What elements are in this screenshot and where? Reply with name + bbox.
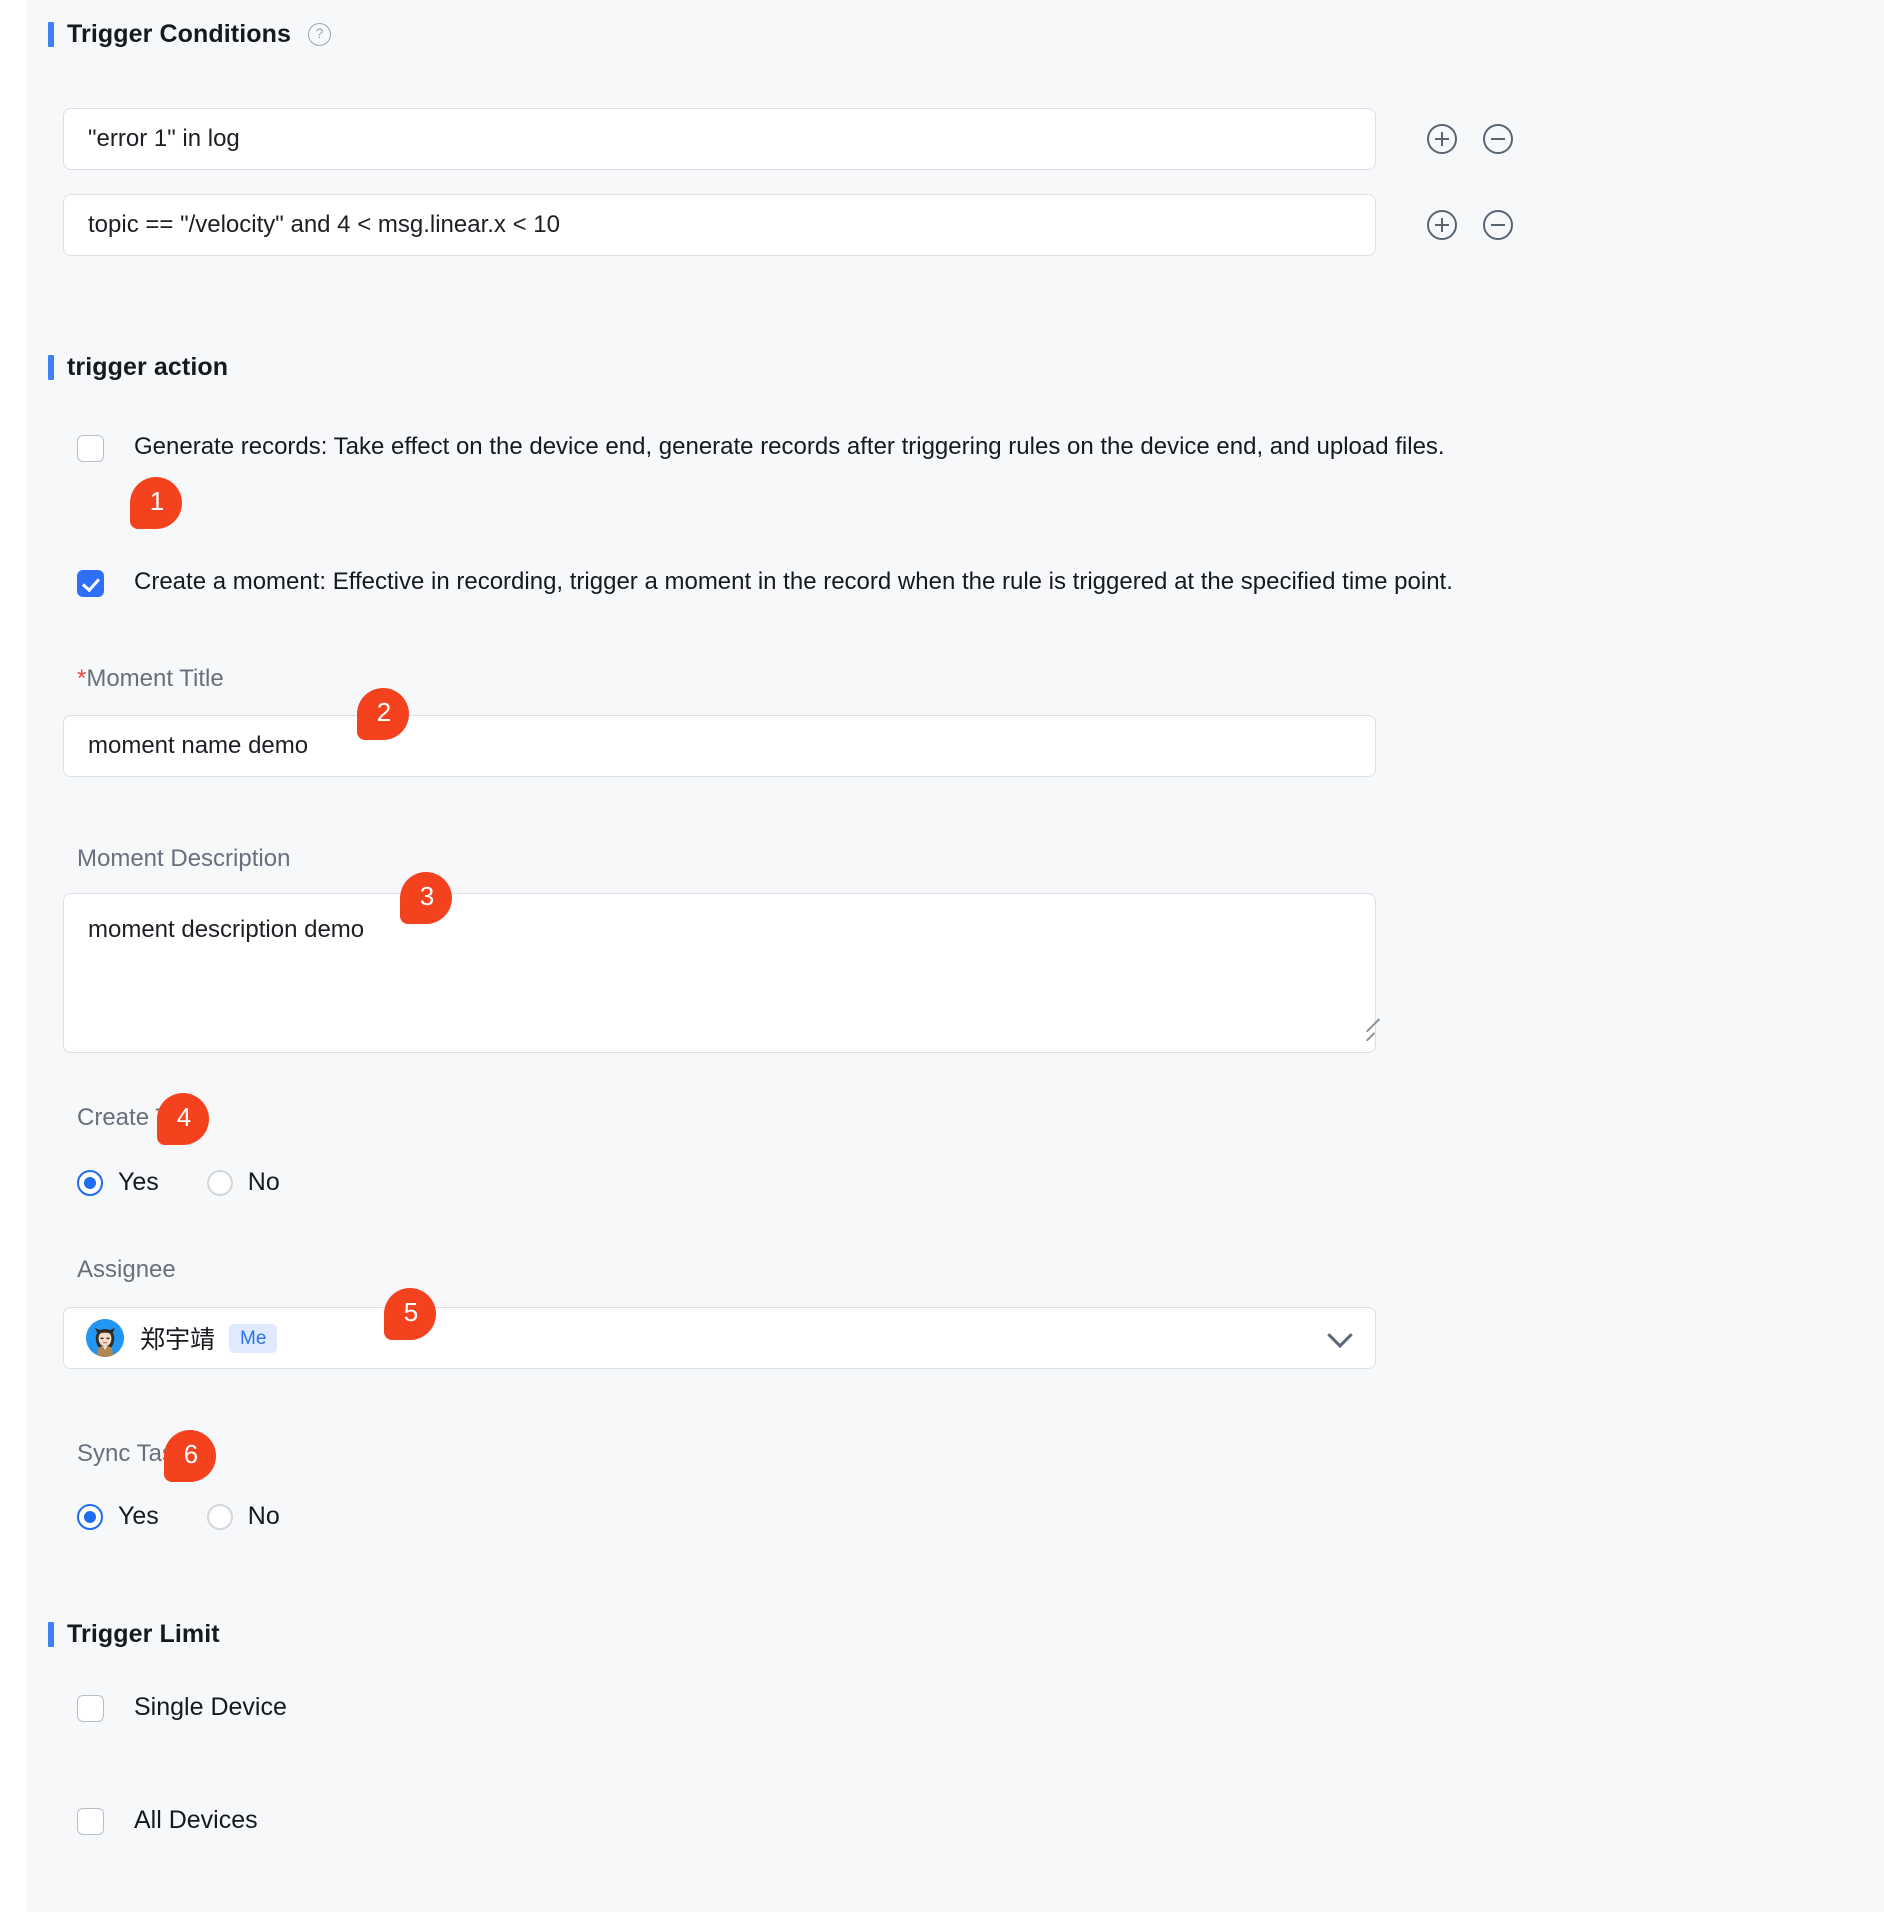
user-avatar <box>86 1319 124 1357</box>
minus-circle-icon[interactable] <box>1483 210 1513 240</box>
required-marker: * <box>77 665 87 692</box>
annotation-badge-2: 2 <box>357 688 409 740</box>
section-title-trigger-conditions: Trigger Conditions <box>67 20 292 48</box>
question-circle-icon[interactable]: ? <box>308 23 332 46</box>
trigger-condition-value-2: topic == "/velocity" and 4 < msg.linear.… <box>88 211 560 238</box>
checkbox-all-devices[interactable]: All Devices <box>77 1805 258 1835</box>
checkbox-single-device[interactable]: Single Device <box>77 1692 287 1722</box>
section-accent-bar <box>48 22 54 47</box>
form-pane: Trigger Conditions ? "error 1" in log to… <box>27 0 1884 1912</box>
annotation-number: 3 <box>419 881 435 911</box>
checkbox-label-all-devices: All Devices <box>134 1806 258 1834</box>
annotation-badge-3: 3 <box>400 872 452 924</box>
annotation-badge-4: 4 <box>157 1093 209 1145</box>
checkbox-box-generate-records[interactable] <box>77 435 104 462</box>
plus-circle-icon[interactable] <box>1427 210 1457 240</box>
radio-create-task-yes[interactable] <box>77 1169 103 1196</box>
label-moment-description: Moment Description <box>77 845 290 873</box>
label-moment-title-text: Moment Title <box>86 665 224 692</box>
moment-title-value: moment name demo <box>88 732 309 759</box>
radio-group-create-task[interactable]: Yes No <box>77 1168 328 1197</box>
annotation-number: 4 <box>176 1102 192 1132</box>
trigger-condition-value-1: "error 1" in log <box>88 125 240 152</box>
minus-circle-icon[interactable] <box>1483 124 1513 154</box>
checkbox-create-moment[interactable]: Create a moment: Effective in recording,… <box>77 567 1497 597</box>
moment-description-value: moment description demo <box>88 916 365 943</box>
section-title-trigger-action: trigger action <box>67 353 229 381</box>
section-accent-bar <box>48 355 54 380</box>
section-header-trigger-conditions: Trigger Conditions ? <box>48 20 332 49</box>
screen-root: Trigger Conditions ? "error 1" in log to… <box>0 0 1884 1912</box>
annotation-number: 2 <box>376 697 392 727</box>
annotation-number: 6 <box>183 1439 199 1469</box>
annotation-badge-6: 6 <box>164 1430 216 1482</box>
trigger-condition-input-1[interactable]: "error 1" in log <box>63 108 1376 170</box>
checkbox-box-single-device[interactable] <box>77 1695 104 1722</box>
annotation-number: 5 <box>403 1297 419 1327</box>
assignee-name: 郑宇靖 <box>140 1326 216 1354</box>
radio-label-create-task-no: No <box>247 1168 280 1196</box>
assignee-select[interactable]: 郑宇靖 Me <box>63 1307 1376 1369</box>
moment-title-input[interactable]: moment name demo <box>63 715 1376 777</box>
radio-sync-task-no[interactable] <box>206 1503 233 1530</box>
checkbox-generate-records[interactable]: Generate records: Take effect on the dev… <box>77 432 1497 462</box>
radio-create-task-no[interactable] <box>206 1169 233 1196</box>
section-header-trigger-action: trigger action <box>48 353 228 382</box>
section-accent-bar <box>48 1622 54 1647</box>
label-moment-description-text: Moment Description <box>77 845 291 872</box>
radio-group-sync-task[interactable]: Yes No <box>77 1502 328 1531</box>
label-moment-title: *Moment Title <box>77 665 224 693</box>
checkbox-label-create-moment: Create a moment: Effective in recording,… <box>134 568 1453 595</box>
annotation-badge-1: 1 <box>130 477 182 529</box>
radio-label-sync-task-no: No <box>247 1502 280 1530</box>
section-header-trigger-limit: Trigger Limit <box>48 1620 220 1649</box>
label-assignee: Assignee <box>77 1256 176 1284</box>
checkbox-label-generate-records: Generate records: Take effect on the dev… <box>134 433 1445 460</box>
section-title-trigger-limit: Trigger Limit <box>67 1620 220 1648</box>
radio-label-create-task-yes: Yes <box>118 1168 159 1196</box>
checkbox-box-create-moment[interactable] <box>77 570 104 597</box>
checkbox-box-all-devices[interactable] <box>77 1808 104 1835</box>
radio-label-sync-task-yes: Yes <box>118 1502 159 1530</box>
annotation-number: 1 <box>149 486 165 516</box>
plus-circle-icon[interactable] <box>1427 124 1457 154</box>
chevron-down-icon[interactable] <box>1327 1322 1353 1349</box>
checkbox-label-single-device: Single Device <box>134 1693 287 1721</box>
trigger-condition-input-2[interactable]: topic == "/velocity" and 4 < msg.linear.… <box>63 194 1376 256</box>
annotation-badge-5: 5 <box>384 1288 436 1340</box>
radio-sync-task-yes[interactable] <box>77 1503 103 1530</box>
moment-description-textarea[interactable]: moment description demo <box>63 893 1376 1053</box>
assignee-me-tag: Me <box>229 1323 278 1353</box>
label-assignee-text: Assignee <box>77 1256 176 1283</box>
